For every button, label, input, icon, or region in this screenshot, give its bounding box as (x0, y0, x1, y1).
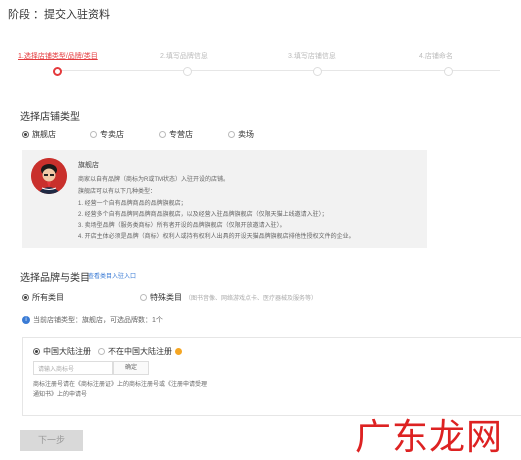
info-line: 1. 经营一个自有品牌商品的品牌旗舰店； (78, 201, 187, 207)
step-4-label: 4.店铺命名 (419, 53, 453, 60)
info-store-name: 旗舰店 (78, 162, 99, 169)
radio-selected-icon (33, 348, 40, 355)
radio-icon (159, 131, 166, 138)
info-icon: i (22, 316, 30, 324)
step-1-label: 1.选择店铺类型/品牌/类目 (18, 53, 98, 60)
store-type-option-flagship[interactable]: 旗舰店 (22, 129, 56, 140)
info-line: 旗舰店可以有以下几种类型： (78, 189, 157, 195)
registration-note: 通知书》上的申请号 (33, 392, 88, 398)
radio-selected-icon (22, 131, 29, 138)
info-line: 2. 经营多个自有品牌同品牌商品旗舰店，以及经营入驻品牌旗舰店（仅限天猫上线邀请… (78, 212, 328, 218)
step-2-dot (183, 67, 192, 76)
radio-selected-icon (22, 294, 29, 301)
info-line: 4. 开店主体必须是品牌（商标）权利人或持有权利人出具的开设天猫品牌旗舰店排他性… (78, 234, 355, 240)
watermark-text: 广东龙网 (354, 417, 503, 458)
brand-category-title: 选择品牌与类目 (20, 273, 90, 284)
radio-icon (140, 294, 147, 301)
radio-icon (98, 348, 105, 355)
step-2-label: 2.填写品牌信息 (160, 53, 208, 60)
registration-panel (22, 337, 521, 416)
trademark-number-input[interactable]: 请输入商标号 (33, 361, 113, 375)
registration-option-overseas[interactable]: 不在中国大陆注册 (98, 346, 182, 357)
category-entry-link[interactable]: 查看类目入驻入口 (88, 271, 136, 280)
registration-note: 商标注册号请在《商标注册证》上的商标注册号或《注册申请受理 (33, 382, 208, 388)
store-type-option-exclusive[interactable]: 专卖店 (90, 129, 124, 140)
step-3-dot (313, 67, 322, 76)
flagship-avatar-icon (31, 158, 67, 194)
page-title: 阶段 ：提交入驻资料 (8, 9, 111, 21)
store-type-option-mall[interactable]: 卖场 (228, 129, 254, 140)
info-line: 3. 卖场型品牌（服务类商标）所有者开设的品牌旗舰店（仅限开放邀请入驻）。 (78, 223, 286, 229)
category-tip: i 当前店铺类型：旗舰店，可选品牌数：1个 (22, 315, 163, 325)
warning-icon (175, 348, 182, 355)
category-option-special[interactable]: 特殊类目 （图书音像、网络游戏点卡、医疗器械及服务等） (140, 292, 317, 303)
category-option-all[interactable]: 所有类目 (22, 292, 64, 303)
registration-option-mainland[interactable]: 中国大陆注册 (33, 346, 91, 357)
step-3-label: 3.填写店铺信息 (288, 53, 336, 60)
info-line: 商家以自有品牌（商标为R或TM状态）入驻开设的店铺。 (78, 177, 229, 183)
confirm-button[interactable]: 确定 (113, 361, 149, 375)
store-type-option-specialty[interactable]: 专营店 (159, 129, 193, 140)
special-category-note: （图书音像、网络游戏点卡、医疗器械及服务等） (185, 296, 318, 302)
radio-icon (90, 131, 97, 138)
next-step-button[interactable]: 下一步 (20, 430, 83, 451)
store-type-title: 选择店铺类型 (20, 112, 80, 123)
step-4-dot (444, 67, 453, 76)
steps-progress-line (60, 70, 500, 71)
radio-icon (228, 131, 235, 138)
step-1-dot (53, 67, 62, 76)
